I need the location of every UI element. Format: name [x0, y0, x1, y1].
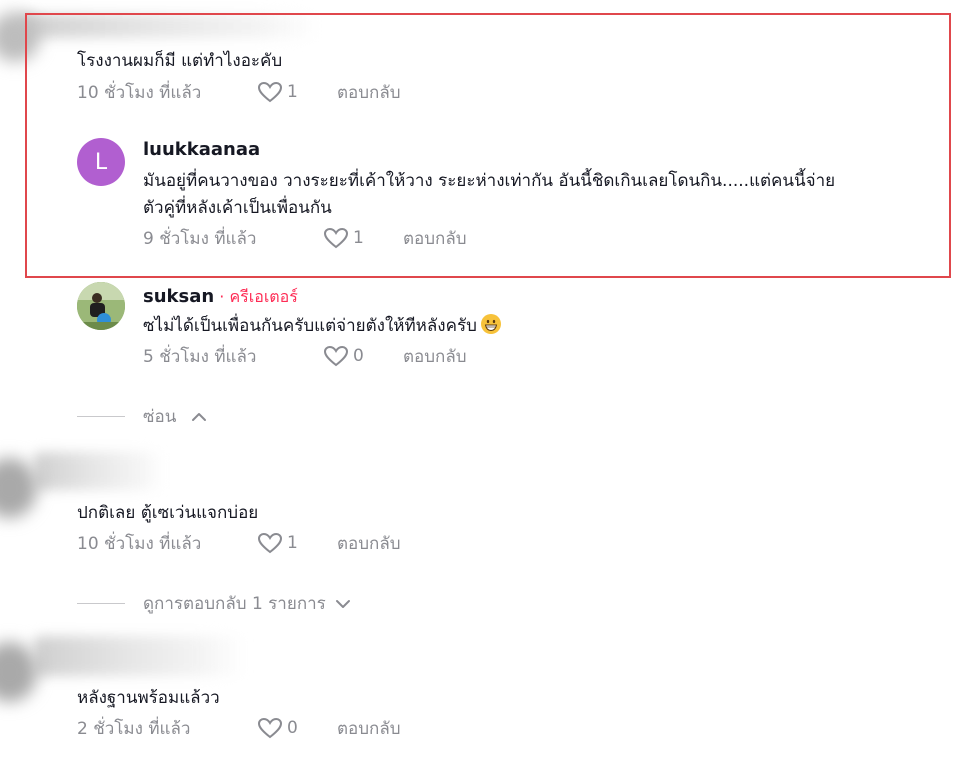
username[interactable]: luukkaanaa: [143, 139, 260, 160]
blurred-username: [34, 452, 164, 490]
like-button[interactable]: 1: [323, 227, 403, 249]
like-count: 1: [287, 82, 298, 102]
heart-icon: [257, 532, 283, 554]
avatar-letter: L: [94, 149, 108, 175]
avatar-photo-icon: [77, 282, 125, 330]
blurred-username: [34, 636, 244, 676]
creator-badge: · ครีเอเตอร์: [214, 287, 298, 306]
heart-icon: [323, 345, 349, 367]
comment-text: ซไม่ได้เป็นเพื่อนกันครับแต่จ่ายตังให้ทีห…: [143, 313, 501, 339]
like-count: 0: [287, 718, 298, 738]
reply-button[interactable]: ตอบกลับ: [337, 79, 401, 106]
comment-meta: 9 ชั่วโมง ที่แล้ว 1 ตอบกลับ: [143, 226, 467, 250]
blurred-avatar: [0, 458, 37, 518]
chevron-down-icon: [335, 599, 350, 608]
comment-text: หลังฐานพร้อมแล้วว: [77, 688, 220, 708]
hide-replies-label: ซ่อน: [143, 407, 177, 427]
like-count: 0: [353, 346, 364, 366]
comment-timestamp: 10 ชั่วโมง ที่แล้ว: [77, 82, 202, 103]
reply-button[interactable]: ตอบกลับ: [337, 530, 401, 557]
avatar[interactable]: [77, 282, 125, 330]
like-count: 1: [287, 533, 298, 553]
comment-timestamp: 2 ชั่วโมง ที่แล้ว: [77, 718, 191, 739]
comment-meta: 2 ชั่วโมง ที่แล้ว 0 ตอบกลับ: [77, 716, 401, 740]
comment-text-line-2: ตัวคู่ที่หลังเค้าเป็นเพื่อนกัน: [143, 198, 332, 218]
like-button[interactable]: 1: [257, 81, 337, 103]
divider: [77, 603, 125, 604]
comment-meta: 5 ชั่วโมง ที่แล้ว 0 ตอบกลับ: [143, 344, 467, 368]
comment-meta: 10 ชั่วโมง ที่แล้ว 1 ตอบกลับ: [77, 531, 401, 555]
like-count: 1: [353, 228, 364, 248]
blurred-avatar: [0, 642, 37, 702]
grinning-face-icon: [480, 314, 501, 334]
reply-button[interactable]: ตอบกลับ: [403, 225, 467, 252]
reply-button[interactable]: ตอบกลับ: [337, 715, 401, 742]
comment-timestamp: 9 ชั่วโมง ที่แล้ว: [143, 228, 257, 249]
view-replies-label: ดูการตอบกลับ 1 รายการ: [143, 594, 326, 614]
view-replies-button[interactable]: ดูการตอบกลับ 1 รายการ: [77, 590, 352, 617]
heart-icon: [257, 81, 283, 103]
chevron-up-icon: [192, 412, 207, 421]
comment-meta: 10 ชั่วโมง ที่แล้ว 1 ตอบกลับ: [77, 80, 401, 104]
username-text[interactable]: suksan: [143, 286, 214, 307]
comment-text-content: ซไม่ได้เป็นเพื่อนกันครับแต่จ่ายตังให้ทีห…: [143, 316, 477, 336]
hide-replies-button[interactable]: ซ่อน: [77, 403, 208, 430]
comment-timestamp: 10 ชั่วโมง ที่แล้ว: [77, 533, 202, 554]
heart-icon: [257, 717, 283, 739]
like-button[interactable]: 0: [257, 717, 337, 739]
avatar[interactable]: L: [77, 138, 125, 186]
blurred-username: [20, 14, 320, 38]
comment-text-line-1: มันอยู่ที่คนวางของ วางระยะที่เค้าให้วาง …: [143, 171, 836, 191]
heart-icon: [323, 227, 349, 249]
comment-timestamp: 5 ชั่วโมง ที่แล้ว: [143, 346, 257, 367]
reply-button[interactable]: ตอบกลับ: [403, 343, 467, 370]
comment-text: ปกติเลย ตู้เซเว่นแจกบ่อย: [77, 503, 259, 523]
like-button[interactable]: 1: [257, 532, 337, 554]
divider: [77, 416, 125, 417]
like-button[interactable]: 0: [323, 345, 403, 367]
username: suksan · ครีเอเตอร์: [143, 285, 298, 310]
comment-text: โรงงานผมก็มี แต่ทำไงอะคับ: [77, 51, 283, 71]
